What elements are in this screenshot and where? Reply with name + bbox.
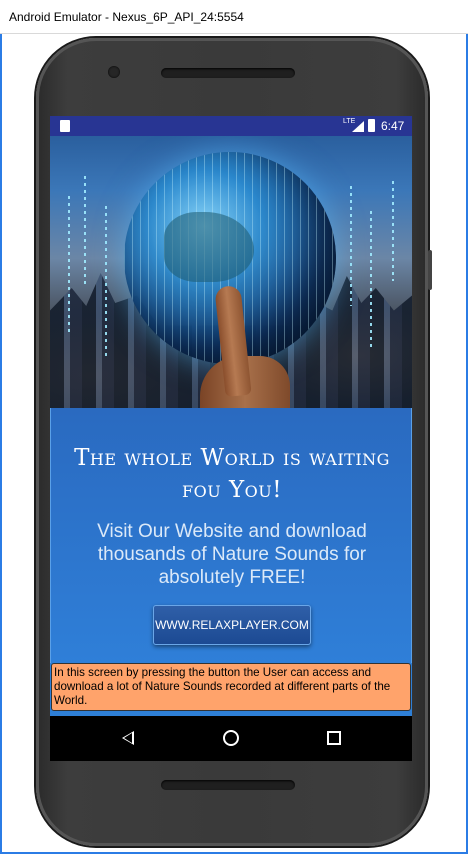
emulator-window-title[interactable]: Android Emulator - Nexus_6P_API_24:5554 <box>0 0 468 34</box>
back-icon[interactable] <box>122 731 134 745</box>
promo-subtext: Visit Our Website and download thousands… <box>97 521 367 588</box>
volume-button[interactable] <box>428 250 432 290</box>
front-camera <box>108 66 120 78</box>
matrix-rain <box>392 181 394 281</box>
battery-icon <box>368 119 375 132</box>
matrix-rain <box>105 206 107 356</box>
promo-content: The whole World is waiting fou You! Visi… <box>50 408 412 663</box>
matrix-rain <box>84 176 86 286</box>
device-screen: LTE 6:47 The whole World is waiting fou … <box>50 116 412 761</box>
headline: The whole World is waiting fou You! <box>74 445 390 503</box>
top-speaker <box>161 68 295 78</box>
bottom-speaker <box>161 780 295 790</box>
hero-image <box>50 136 412 408</box>
matrix-rain <box>370 211 372 351</box>
matrix-rain <box>350 186 352 306</box>
signal-icon <box>352 121 364 132</box>
matrix-rain <box>68 196 70 336</box>
status-time: 6:47 <box>381 119 405 133</box>
website-button[interactable]: WWW.RELAXPLAYER.COM <box>153 605 311 645</box>
recent-apps-icon[interactable] <box>327 731 341 745</box>
annotation-note: In this screen by pressing the button th… <box>51 663 411 711</box>
status-bar: LTE 6:47 <box>50 116 412 136</box>
navigation-bar <box>50 716 412 761</box>
window-border-left <box>0 34 2 854</box>
window-title-text: Android Emulator - Nexus_6P_API_24:5554 <box>9 9 244 24</box>
home-icon[interactable] <box>223 730 239 746</box>
sd-card-icon <box>60 120 70 132</box>
